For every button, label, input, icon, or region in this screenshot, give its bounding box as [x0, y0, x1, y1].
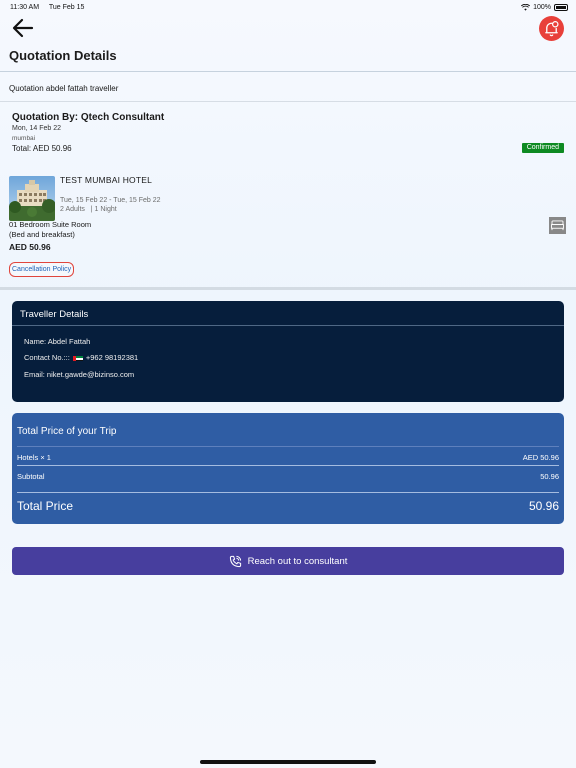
- subtotal-label: Subtotal: [17, 472, 45, 481]
- room-price: AED 50.96: [9, 242, 51, 252]
- traveller-email: Email: niket.gawde@bizinso.com: [24, 370, 135, 379]
- total-label: Total Price: [17, 499, 74, 513]
- phone-call-icon: [229, 555, 241, 567]
- arrow-left-icon: [12, 18, 34, 38]
- traveller-name: Name: Abdel Fattah: [24, 337, 91, 346]
- status-date: Tue Feb 15: [48, 3, 85, 11]
- divider: [17, 492, 559, 493]
- status-time: 11:30 AM: [10, 3, 40, 11]
- divider: [0, 101, 576, 102]
- quotation-date: Mon, 14 Feb 22: [12, 125, 62, 132]
- hotels-value: AED 50.96: [522, 453, 559, 462]
- contact-label: Contact No.:::: [24, 353, 70, 362]
- room-details-button[interactable]: [549, 217, 566, 234]
- status-bar: 11:30 AM Tue Feb 15 100%: [0, 0, 576, 14]
- traveller-details-card: Traveller Details Name: Abdel Fattah Con…: [12, 301, 564, 402]
- quotation-name: Quotation abdel fattah traveller: [9, 84, 119, 93]
- wifi-icon: [521, 3, 531, 11]
- hotel-image[interactable]: [9, 176, 55, 221]
- quotation-total: Total: AED 50.96: [12, 144, 72, 153]
- traveller-contact: Contact No.::: +962 98192381: [24, 353, 138, 362]
- hotel-occupancy: 2 Adults | 1 Night: [60, 206, 117, 213]
- room-board: (Bed and breakfast): [9, 230, 75, 239]
- notification-button[interactable]: [539, 16, 564, 41]
- section-divider: [0, 287, 576, 290]
- page-title: Quotation Details: [9, 48, 117, 63]
- hotel-name: TEST MUMBAI HOTEL: [60, 175, 153, 185]
- back-button[interactable]: [12, 18, 38, 38]
- reach-out-label: Reach out to consultant: [247, 555, 348, 567]
- divider: [0, 71, 576, 72]
- subtotal-row: Subtotal 50.96: [17, 472, 559, 481]
- contact-number: +962 98192381: [85, 353, 139, 362]
- battery-percent: 100%: [533, 3, 551, 11]
- status-badge: Confirmed: [521, 143, 564, 153]
- cancellation-policy-button[interactable]: Cancellation Policy: [9, 262, 75, 277]
- hotels-label: Hotels × 1: [17, 453, 51, 462]
- reach-out-button[interactable]: Reach out to consultant: [12, 547, 564, 575]
- home-indicator[interactable]: [200, 760, 376, 764]
- quotation-by: Quotation By: Qtech Consultant: [12, 112, 165, 123]
- total-price-title: Total Price of your Trip: [17, 426, 117, 437]
- room-type: 01 Bedroom Suite Room: [9, 220, 92, 229]
- subtotal-value: 50.96: [540, 472, 559, 481]
- divider: [17, 446, 559, 447]
- total-value: 50.96: [528, 499, 559, 513]
- uae-flag-icon: [72, 355, 83, 361]
- bell-icon: [545, 20, 559, 37]
- divider: [17, 465, 559, 466]
- divider: [12, 325, 564, 326]
- bed-icon: [551, 220, 564, 231]
- quotation-city: mumbai: [12, 135, 36, 142]
- total-row: Total Price 50.96: [17, 499, 559, 513]
- hotels-row: Hotels × 1 AED 50.96: [17, 453, 559, 462]
- traveller-details-title: Traveller Details: [20, 309, 89, 320]
- hotel-dates: Tue, 15 Feb 22 - Tue, 15 Feb 22: [60, 197, 161, 204]
- battery-icon: [554, 3, 568, 11]
- total-price-card: Total Price of your Trip Hotels × 1 AED …: [12, 413, 564, 524]
